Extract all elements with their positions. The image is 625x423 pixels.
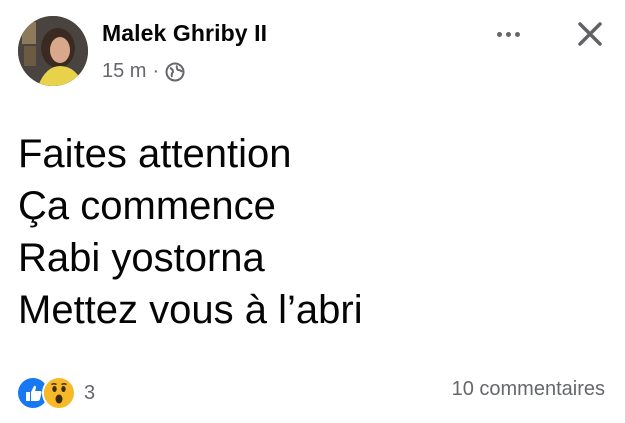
- post-meta: 15 m ·: [102, 60, 185, 83]
- avatar-image: [18, 16, 88, 86]
- reactions-summary[interactable]: 3: [16, 376, 95, 410]
- comments-link[interactable]: 10 commentaires: [452, 378, 605, 401]
- post-body-line: Mettez vous à l’abri: [18, 288, 363, 332]
- wow-icon: [42, 376, 76, 410]
- reaction-count: 3: [84, 381, 96, 404]
- post-body-line: Faites attention: [18, 132, 292, 176]
- globe-icon: [165, 62, 185, 82]
- author-name[interactable]: Malek Ghriby II: [102, 20, 267, 47]
- dot: [505, 31, 511, 37]
- dot: [496, 31, 502, 37]
- facebook-post: Malek Ghriby II 15 m · Faites attention …: [0, 0, 625, 423]
- dot: [514, 31, 520, 37]
- post-body-line: Ça commence: [18, 184, 276, 228]
- post-body: Faites attention Ça commence Rabi yostor…: [18, 128, 363, 336]
- avatar[interactable]: [18, 16, 88, 86]
- meta-separator: ·: [152, 60, 160, 82]
- post-time[interactable]: 15 m: [102, 60, 146, 83]
- post-body-line: Rabi yostorna: [18, 236, 265, 280]
- more-options-icon[interactable]: [490, 22, 526, 46]
- close-icon[interactable]: [572, 16, 608, 52]
